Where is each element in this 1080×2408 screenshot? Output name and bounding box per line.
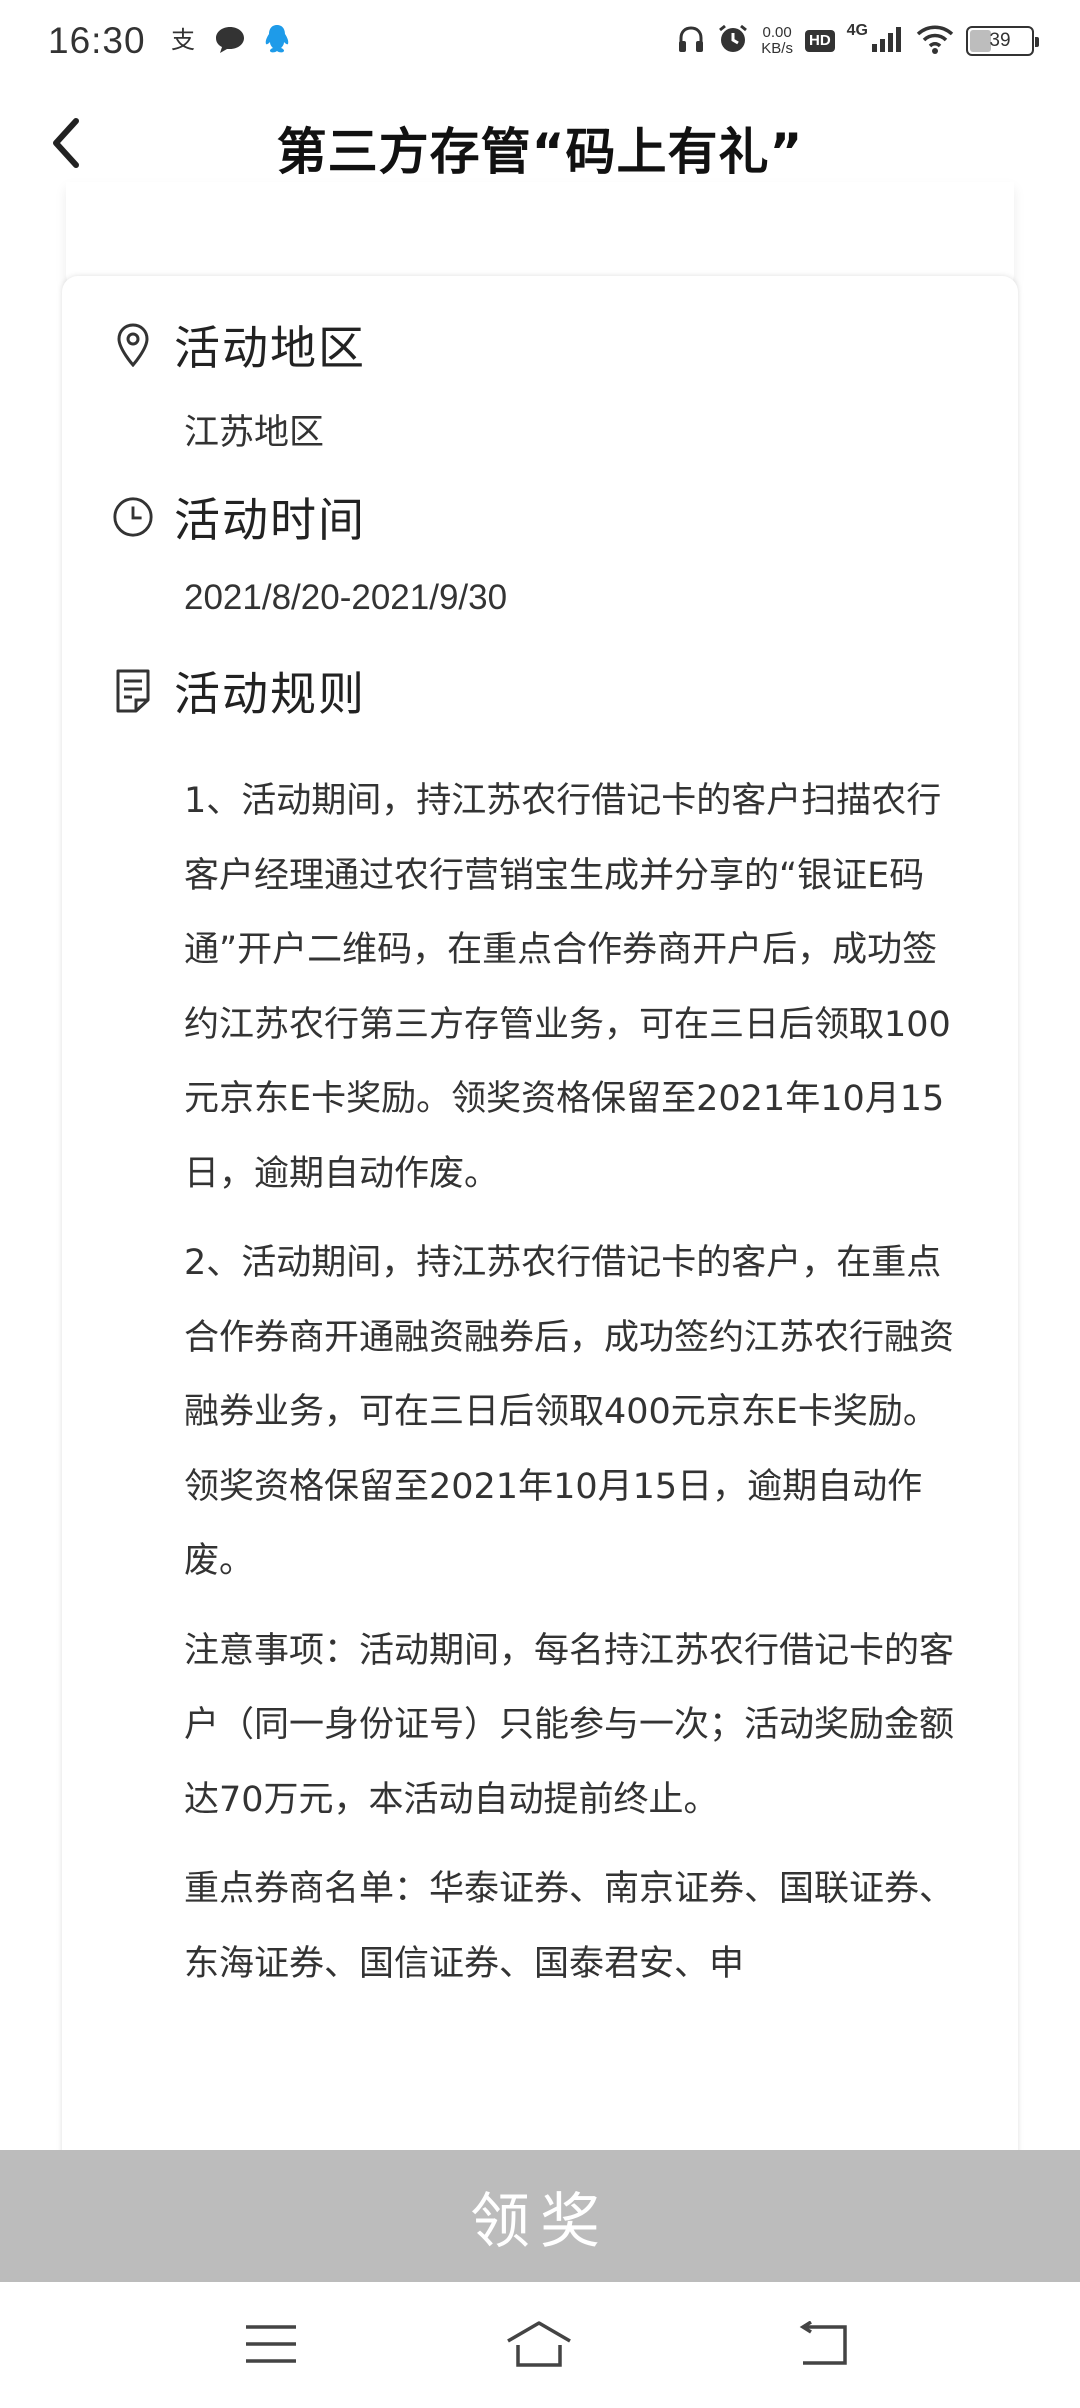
- section-region-value: 江苏地区: [184, 413, 325, 452]
- rules-text: 1、活动期间，持江苏农行借记卡的客户扫描农行客户经理通过农行营销宝生成并分享的“…: [184, 764, 964, 2016]
- nav-back-button[interactable]: [788, 2320, 858, 2372]
- section-region-header: 活动地区: [112, 312, 366, 378]
- location-pin-icon: [112, 322, 154, 368]
- rule-paragraph: 2、活动期间，持江苏农行借记卡的客户，在重点合作券商开通融资融券后，成功签约江苏…: [184, 1243, 955, 1581]
- alarm-icon: [717, 23, 749, 60]
- rule-paragraph: 1、活动期间，持江苏农行借记卡的客户扫描农行客户经理通过农行营销宝生成并分享的“…: [184, 781, 951, 1194]
- page-header: 第三方存管“码上有礼”: [0, 82, 1080, 292]
- hd-badge: HD: [804, 30, 835, 52]
- section-region-title: 活动地区: [174, 321, 366, 375]
- status-right: 0.00 KB/s HD 4G 39: [677, 22, 1039, 60]
- qq-icon: [262, 23, 292, 60]
- document-icon: [112, 668, 154, 714]
- battery-icon: 39: [966, 26, 1039, 56]
- rule-paragraph: 注意事项：活动期间，每名持江苏农行借记卡的客户（同一身份证号）只能参与一次；活动…: [184, 1630, 955, 1820]
- menu-icon: [244, 2323, 298, 2369]
- svg-text:支: 支: [171, 26, 195, 54]
- net-speed-unit: KB/s: [761, 40, 793, 57]
- section-time-value: 2021/8/20-2021/9/30: [184, 578, 508, 617]
- net-speed: 0.00 KB/s: [761, 25, 793, 57]
- section-time-header: 活动时间: [112, 484, 366, 550]
- rule-paragraph: 重点券商名单：华泰证券、南京证券、国联证券、东海证券、国信证券、国泰君安、申: [184, 1869, 955, 1984]
- status-bar: 16:30 支 0.00 KB/s HD 4G 39: [0, 0, 1080, 82]
- back-nav-icon: [795, 2320, 851, 2371]
- nav-home-button[interactable]: [504, 2320, 574, 2372]
- battery-fill: [970, 30, 991, 52]
- message-icon: [214, 24, 246, 59]
- net-speed-value: 0.00: [762, 24, 792, 41]
- page-title: 第三方存管“码上有礼”: [276, 123, 804, 181]
- section-time-title: 活动时间: [174, 493, 366, 547]
- network-type: 4G: [846, 22, 868, 39]
- signal-icon: [872, 26, 904, 57]
- clock-icon: [112, 494, 154, 540]
- alipay-icon: 支: [168, 24, 198, 59]
- system-nav-bar: [0, 2282, 1080, 2408]
- activity-details-card[interactable]: 活动地区 江苏地区 活动时间 2021/8/20-2021/9/30 活动规则 …: [62, 276, 1018, 2176]
- nav-menu-button[interactable]: [236, 2320, 306, 2372]
- wifi-icon: [916, 24, 954, 59]
- status-time: 16:30: [48, 20, 146, 61]
- claim-reward-button[interactable]: 领奖: [0, 2150, 1080, 2282]
- section-rules-title: 活动规则: [174, 667, 366, 721]
- home-icon: [504, 2319, 574, 2373]
- headphones-icon: [677, 24, 705, 59]
- section-rules-header: 活动规则: [112, 658, 366, 724]
- notification-icons: 支: [168, 23, 292, 60]
- battery-level: 39: [989, 30, 1011, 51]
